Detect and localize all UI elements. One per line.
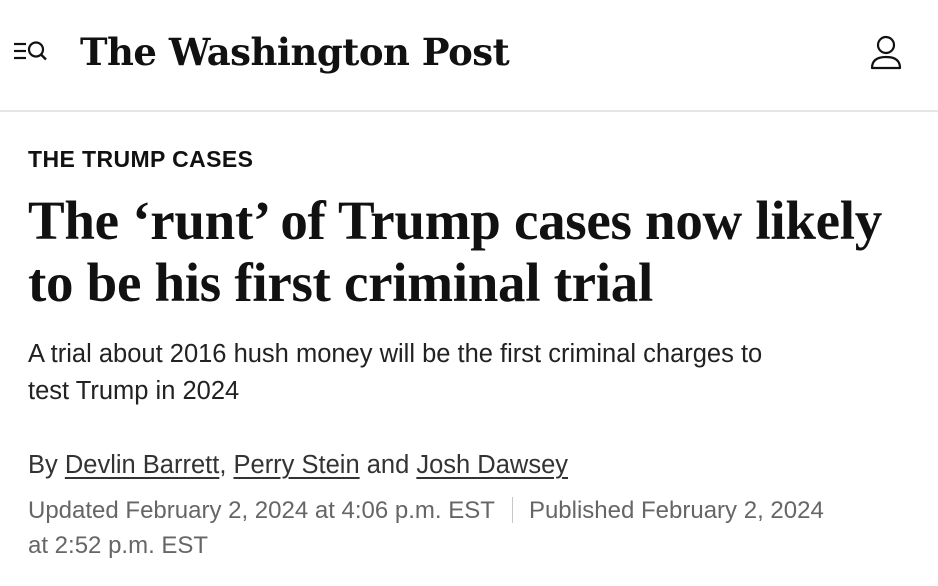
- washington-post-logo[interactable]: The Washington Post: [80, 22, 510, 82]
- byline-prefix: By: [28, 451, 65, 479]
- article-dek: A trial about 2016 hush money will be th…: [28, 336, 923, 410]
- dek-line-2: test Trump in 2024: [28, 377, 240, 405]
- headline-line-2: to be his first criminal trial: [28, 252, 653, 313]
- menu-search-button[interactable]: [12, 38, 52, 70]
- byline-comma: ,: [219, 451, 234, 479]
- author-link-perry-stein[interactable]: Perry Stein: [234, 451, 360, 479]
- author-link-devlin-barrett[interactable]: Devlin Barrett: [65, 451, 219, 479]
- byline: By Devlin Barrett, Perry Stein and Josh …: [28, 446, 923, 484]
- user-account-icon: [870, 35, 902, 70]
- section-kicker-link[interactable]: THE TRUMP CASES: [28, 146, 253, 173]
- article-timestamps: Updated February 2, 2024 at 4:06 p.m. ES…: [28, 493, 923, 563]
- headline-line-1: The ‘runt’ of Trump cases now likely: [28, 190, 882, 251]
- published-timestamp-part2: at 2:52 p.m. EST: [28, 532, 209, 559]
- author-link-josh-dawsey[interactable]: Josh Dawsey: [416, 451, 568, 479]
- published-timestamp-part1: Published February 2, 2024: [528, 497, 824, 524]
- account-button[interactable]: [864, 32, 908, 76]
- byline-and: and: [359, 451, 417, 479]
- updated-timestamp: Updated February 2, 2024 at 4:06 p.m. ES…: [28, 497, 495, 524]
- article-headline: The ‘runt’ of Trump cases now likely to …: [28, 190, 923, 314]
- menu-search-icon: [14, 41, 47, 61]
- timestamp-divider: [511, 497, 513, 523]
- top-navigation-bar: The Washington Post: [0, 0, 938, 112]
- dek-line-1: A trial about 2016 hush money will be th…: [28, 340, 763, 368]
